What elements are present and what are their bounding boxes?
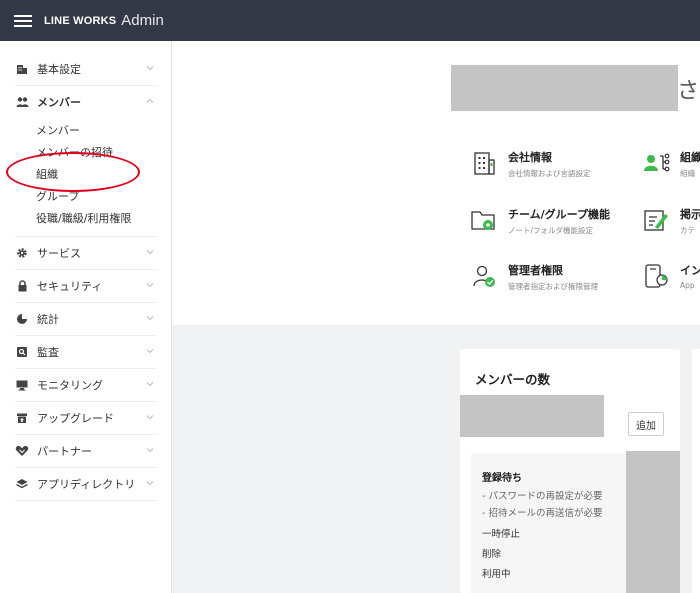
member-count-card: メンバーの数 追加 登録待ち - パスワードの再設定が必要 - 招待メールの再送… [460, 349, 680, 593]
chevron-down-icon [146, 66, 154, 71]
organization-icon [644, 153, 670, 172]
dashboard-top-panel: さん 会社情報 会社情報および言語設定 [172, 41, 700, 325]
sidebar: 基本設定 メンバー メンバー メンバーの招待 組織 グループ 役職/職級/利用権… [0, 41, 172, 593]
quick-link-title: 管理者権限 [508, 264, 563, 277]
quick-link-subtitle: 管理者指定および権限管理 [508, 282, 598, 291]
sidebar-item-app-directory[interactable]: アプリディレクトリ [15, 468, 156, 501]
audit-icon [15, 345, 29, 359]
layers-icon [15, 477, 29, 491]
team-folder-icon [471, 211, 495, 230]
quick-link-title: 掲示 [680, 208, 700, 221]
members-icon [15, 95, 29, 109]
submenu-item-organization[interactable]: 組織 [15, 164, 156, 186]
redacted-company-name [451, 65, 678, 111]
quick-link-title: 会社情報 [508, 151, 552, 164]
quick-link-subtitle: カテ [680, 226, 695, 235]
quick-link-admin-rights[interactable]: 管理者権限 管理者指定および権限管理 [470, 262, 598, 292]
sidebar-item-statistics[interactable]: 統計 [15, 303, 156, 336]
quick-link-company-info[interactable]: 会社情報 会社情報および言語設定 [470, 149, 591, 179]
sidebar-item-monitoring[interactable]: モニタリング [15, 369, 156, 402]
chevron-down-icon [146, 415, 154, 420]
main-content: さん 会社情報 会社情報および言語設定 [172, 41, 700, 593]
sidebar-item-security[interactable]: セキュリティ [15, 270, 156, 303]
sidebar-item-label: パートナー [37, 445, 92, 458]
sidebar-item-label: セキュリティ [37, 280, 103, 293]
submenu-item-invite[interactable]: メンバーの招待 [15, 142, 156, 164]
sidebar-item-label: 統計 [37, 313, 59, 326]
status-suspended[interactable]: 一時停止 [482, 526, 520, 540]
chevron-down-icon [146, 349, 154, 354]
quick-link-install[interactable]: イン App [642, 262, 700, 290]
company-info-icon [474, 152, 495, 175]
submenu-item-groups[interactable]: グループ [15, 186, 156, 208]
sidebar-item-label: アップグレード [37, 412, 114, 425]
lock-icon [15, 279, 29, 293]
status-deleted[interactable]: 削除 [482, 546, 501, 560]
quick-link-team-group[interactable]: チーム/グループ機能 ノート/フォルダ機能設定 [470, 206, 610, 236]
gear-icon [15, 246, 29, 260]
quick-link-subtitle: ノート/フォルダ機能設定 [508, 226, 594, 235]
status-active[interactable]: 利用中 [482, 566, 511, 580]
building-icon [15, 62, 29, 76]
hamburger-menu-icon[interactable] [14, 14, 32, 27]
quick-link-subtitle: App [680, 281, 695, 290]
upgrade-icon [15, 411, 29, 425]
quick-link-organization[interactable]: 組織 組織 [642, 149, 700, 179]
chevron-down-icon [146, 382, 154, 387]
sidebar-item-label: サービス [37, 247, 81, 260]
quick-link-subtitle: 会社情報および言語設定 [508, 169, 591, 178]
submenu-item-members[interactable]: メンバー [15, 120, 156, 142]
sidebar-item-label: メンバー [37, 96, 81, 109]
top-bar: LINE WORKS Admin [0, 0, 700, 41]
brand-admin-label: Admin [121, 12, 164, 29]
quick-link-board[interactable]: 掲示 カテ [642, 206, 700, 236]
brand-logo: LINE WORKS [44, 14, 117, 27]
chevron-up-icon [146, 98, 154, 103]
chevron-down-icon [146, 316, 154, 321]
sidebar-item-basic-settings[interactable]: 基本設定 [15, 53, 156, 86]
sidebar-item-services[interactable]: サービス [15, 237, 156, 270]
board-edit-icon [644, 210, 668, 231]
handshake-icon [15, 444, 29, 458]
quick-link-title: 組織 [680, 151, 700, 164]
chevron-down-icon [146, 250, 154, 255]
status-note: - 招待メールの再送信が必要 [482, 508, 603, 519]
status-note: - パスワードの再設定が必要 [482, 491, 603, 502]
sidebar-item-members[interactable]: メンバー [15, 86, 156, 118]
quick-link-subtitle: 組織 [680, 169, 695, 178]
submenu-item-roles[interactable]: 役職/職級/利用権限 [15, 208, 156, 230]
members-submenu: メンバー メンバーの招待 組織 グループ 役職/職級/利用権限 [15, 118, 156, 237]
sidebar-item-upgrade[interactable]: アップグレード [15, 402, 156, 435]
quick-link-title: イン [680, 264, 700, 277]
sidebar-item-label: アプリディレクトリ [37, 478, 136, 491]
install-icon [645, 264, 668, 288]
redacted-member-count [460, 395, 604, 437]
card-title: メンバーの数 [475, 372, 551, 387]
sidebar-item-partner[interactable]: パートナー [15, 435, 156, 468]
sidebar-item-label: 監査 [37, 346, 59, 359]
sidebar-item-label: 基本設定 [37, 63, 81, 76]
admin-user-icon [473, 265, 495, 287]
sidebar-item-audit[interactable]: 監査 [15, 336, 156, 369]
status-heading: 登録待ち [482, 473, 522, 484]
chevron-down-icon [146, 283, 154, 288]
next-card-edge [692, 349, 700, 593]
pie-chart-icon [15, 312, 29, 326]
sidebar-item-label: モニタリング [37, 379, 103, 392]
greeting-text: さん [677, 79, 700, 104]
quick-link-title: チーム/グループ機能 [508, 208, 611, 221]
redacted-status-counts [626, 451, 680, 593]
add-member-button[interactable]: 追加 [628, 412, 664, 436]
monitor-icon [15, 378, 29, 392]
chevron-down-icon [146, 481, 154, 486]
chevron-down-icon [146, 448, 154, 453]
